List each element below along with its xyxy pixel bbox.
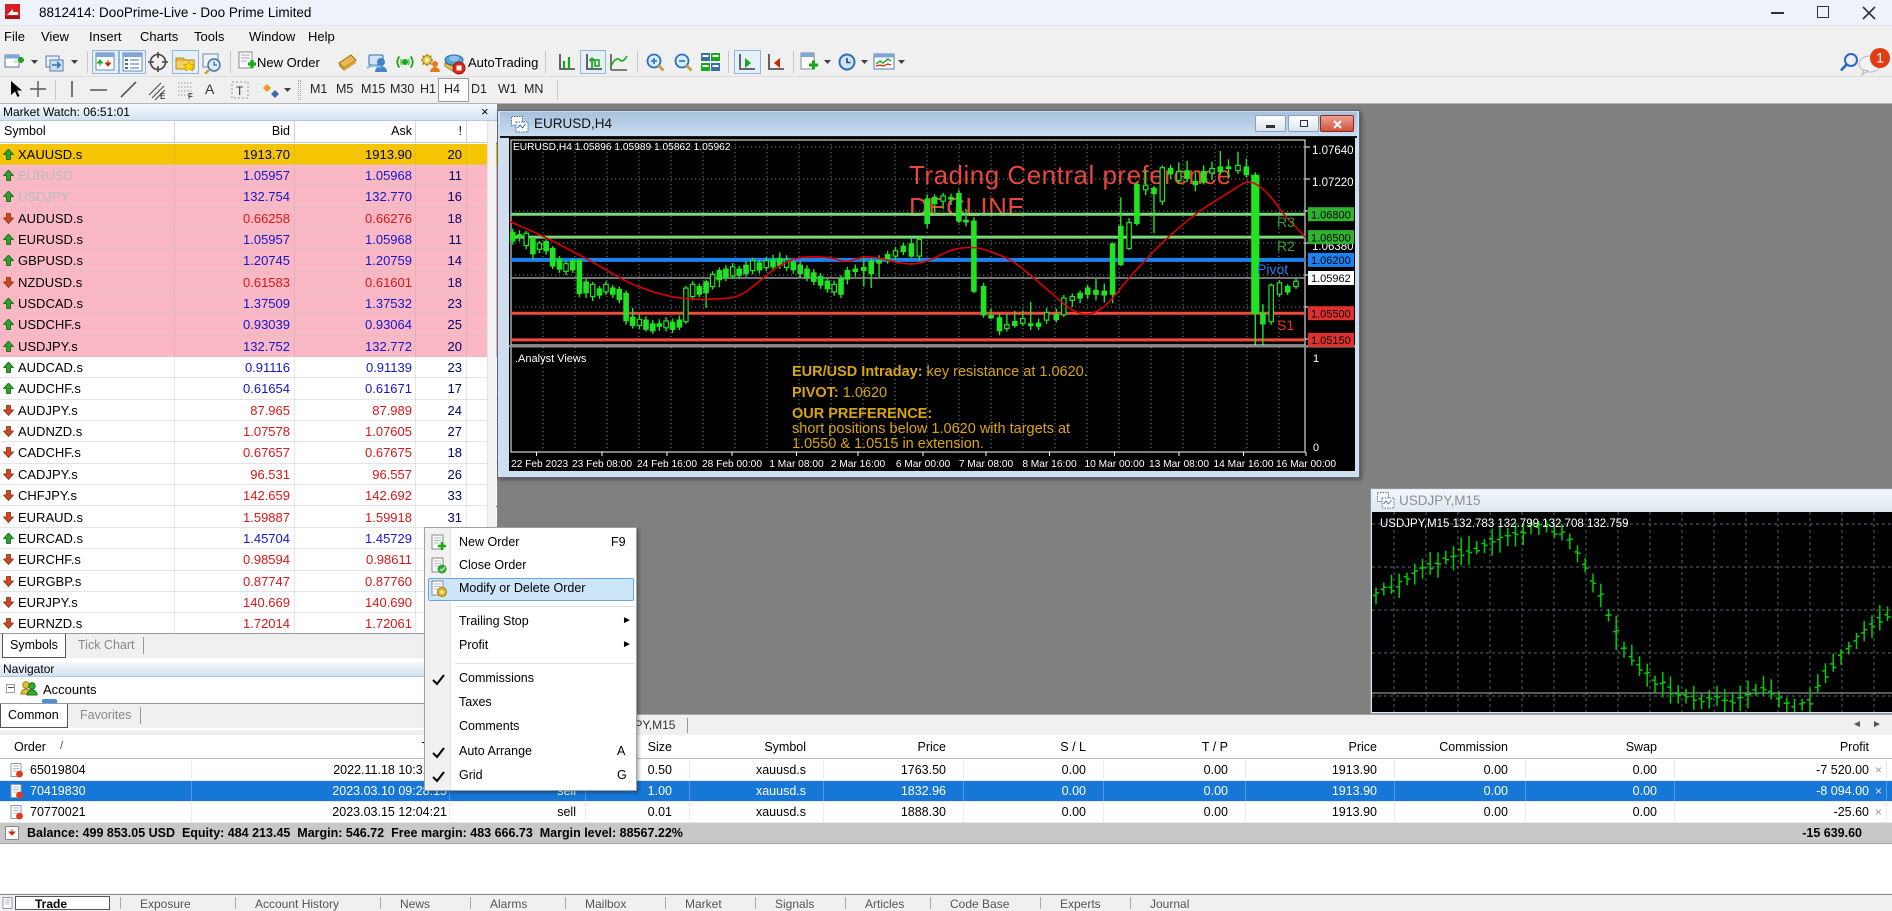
svg-text:16 Mar 00:00: 16 Mar 00:00 [1276, 459, 1336, 470]
svg-text:USDJPY,M15 132.783 132.799 13: USDJPY,M15 132.783 132.799 132.708 132.7… [1380, 518, 1629, 530]
svg-text:7 Mar 08:00: 7 Mar 08:00 [959, 459, 1014, 470]
svg-text:R3: R3 [1277, 214, 1295, 230]
svg-text:EUR/USD Intraday: key resista: EUR/USD Intraday: key resistance at 1.06… [792, 364, 1088, 380]
svg-text:2 Mar 16:00: 2 Mar 16:00 [831, 459, 886, 470]
svg-text:T: T [236, 84, 244, 98]
svg-text:1.05962: 1.05962 [1311, 273, 1351, 285]
svg-text:1.06800: 1.06800 [1311, 209, 1351, 221]
svg-text:OUR PREFERENCE:: OUR PREFERENCE: [792, 406, 932, 422]
svg-text:EURUSD,H4 1.05896 1.05989 1.0: EURUSD,H4 1.05896 1.05989 1.05862 1.0596… [513, 142, 731, 153]
svg-text:8 Mar 16:00: 8 Mar 16:00 [1022, 459, 1077, 470]
svg-text:1.06500: 1.06500 [1311, 232, 1351, 244]
svg-text:1.05500: 1.05500 [1311, 308, 1351, 320]
svg-text:PIVOT: 1.0620: PIVOT: 1.0620 [792, 385, 887, 401]
svg-text:1.0550 & 1.0515 in extension.: 1.0550 & 1.0515 in extension. [792, 436, 984, 452]
svg-text:R2: R2 [1277, 238, 1295, 254]
svg-text:F: F [188, 92, 193, 101]
svg-text:1.07640: 1.07640 [1312, 145, 1354, 157]
svg-text:short positions below 1.0620 w: short positions below 1.0620 with target… [792, 421, 1070, 437]
svg-text:14 Mar 16:00: 14 Mar 16:00 [1213, 459, 1273, 470]
svg-text:S1: S1 [1277, 317, 1294, 333]
svg-text:24 Feb 16:00: 24 Feb 16:00 [637, 459, 697, 470]
svg-text:E: E [160, 92, 165, 101]
svg-text:0: 0 [1313, 442, 1319, 454]
svg-text:22 Feb 2023: 22 Feb 2023 [511, 459, 569, 470]
svg-text:.Analyst Views: .Analyst Views [515, 353, 587, 365]
svg-text:1: 1 [1313, 353, 1319, 365]
svg-text:Pivot: Pivot [1257, 261, 1288, 277]
svg-text:1: 1 [1876, 50, 1884, 66]
svg-text:6 Mar 00:00: 6 Mar 00:00 [896, 459, 951, 470]
svg-text:10 Mar 00:00: 10 Mar 00:00 [1084, 459, 1144, 470]
svg-text:1.06200: 1.06200 [1311, 255, 1351, 267]
svg-text:28 Feb 00:00: 28 Feb 00:00 [702, 459, 762, 470]
svg-text:Trading Central preference: Trading Central preference [909, 160, 1232, 190]
svg-text:1.05150: 1.05150 [1311, 335, 1351, 347]
svg-text:1 Mar 08:00: 1 Mar 08:00 [769, 459, 824, 470]
svg-text:13 Mar 08:00: 13 Mar 08:00 [1149, 459, 1209, 470]
svg-text:23 Feb 08:00: 23 Feb 08:00 [572, 459, 632, 470]
svg-text:1.07220: 1.07220 [1312, 177, 1354, 189]
